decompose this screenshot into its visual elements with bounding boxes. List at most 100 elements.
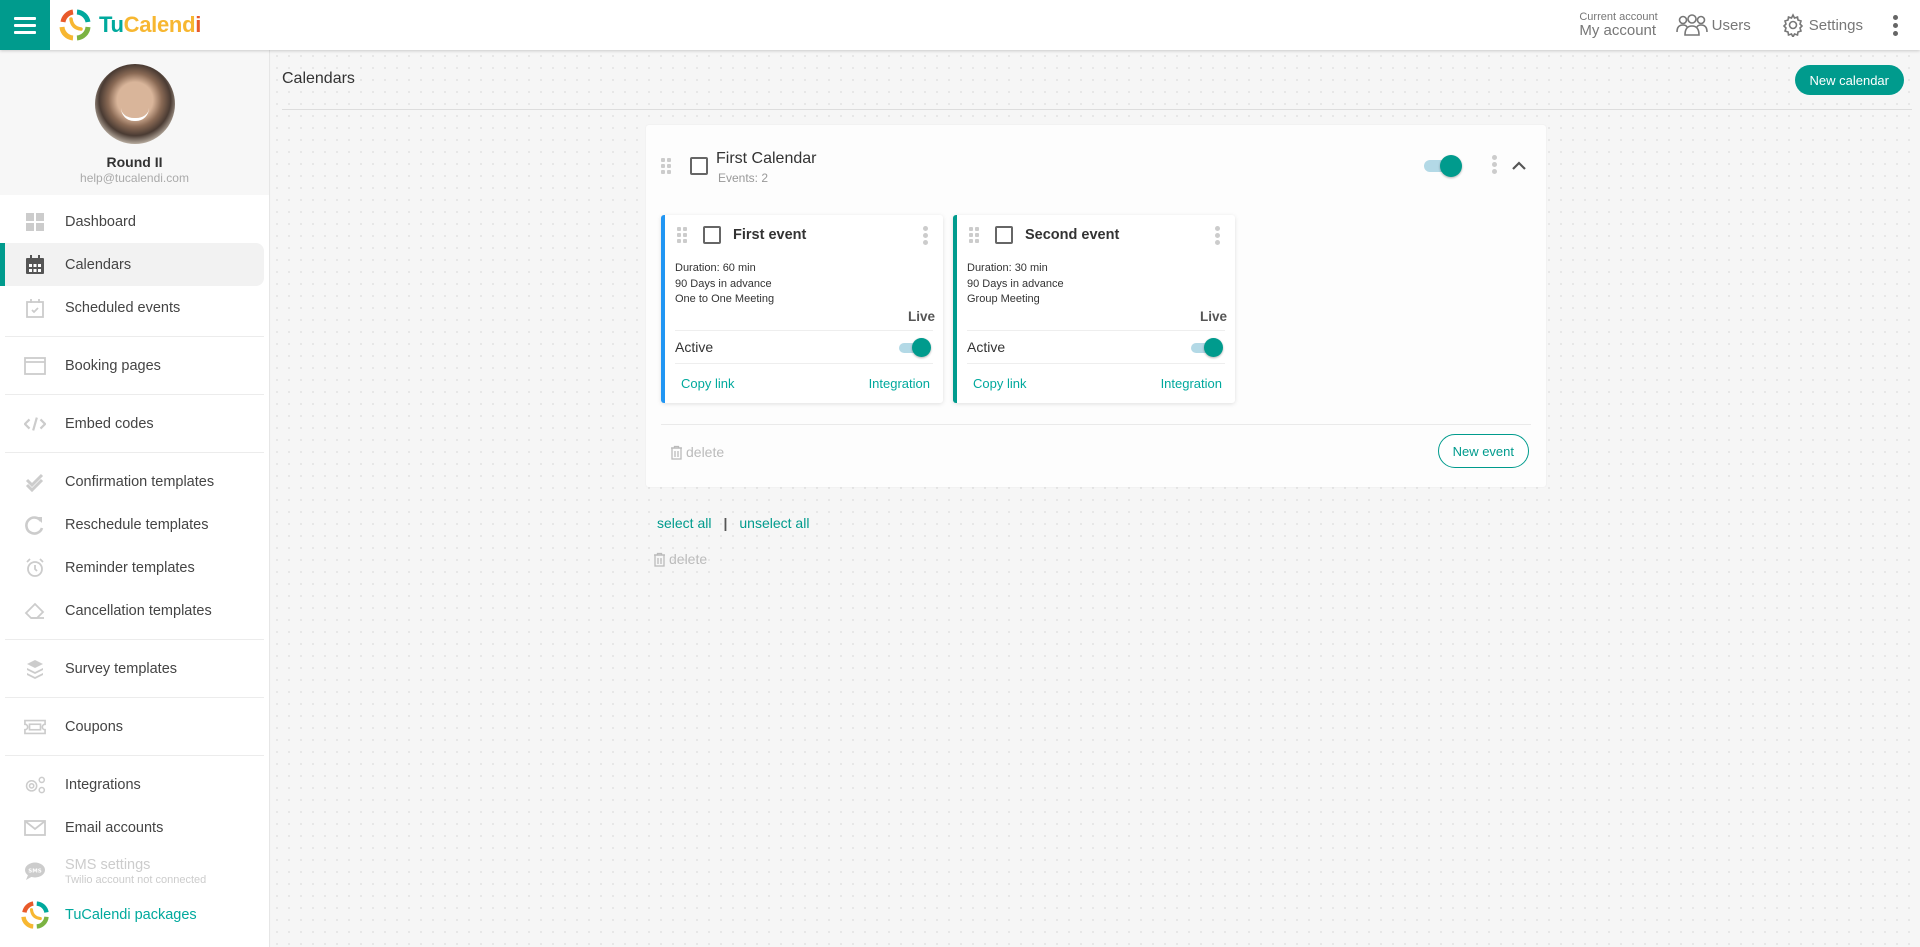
unselect-all-link[interactable]: unselect all [739, 515, 809, 531]
copy-link-button[interactable]: Copy link [973, 376, 1026, 391]
brand-name: TuCalendi [99, 12, 201, 38]
sidebar-item-dashboard[interactable]: Dashboard [0, 200, 264, 243]
page-header: Calendars New calendar [282, 50, 1912, 110]
drag-handle-icon[interactable] [969, 227, 979, 243]
sidebar-item-booking-pages[interactable]: Booking pages [0, 344, 264, 387]
calendar-events-count: Events: 2 [718, 171, 769, 185]
divider [675, 363, 933, 364]
sidebar-item-reminder-templates[interactable]: Reminder templates [0, 546, 264, 589]
sidebar-item-tucalendi-packages[interactable]: TuCalendi packages [0, 893, 264, 936]
sidebar-item-label: Coupons [65, 718, 124, 735]
kebab-icon [1893, 14, 1898, 20]
separator: | [723, 515, 728, 531]
divider [5, 452, 264, 453]
event-advance: 90 Days in advance [675, 277, 772, 290]
calendar-enabled-toggle[interactable] [1422, 155, 1462, 177]
users-link[interactable]: Users [1675, 13, 1751, 37]
code-icon [24, 413, 46, 435]
kebab-dot [1893, 30, 1898, 36]
kebab-dot [1893, 22, 1898, 28]
event-select-checkbox[interactable] [995, 226, 1013, 244]
calendar-select-checkbox[interactable] [690, 157, 708, 175]
kebab-icon [1492, 155, 1497, 160]
delete-label: delete [669, 551, 708, 567]
brand-part-tu: Tu [99, 12, 124, 37]
sidebar-item-scheduled-events[interactable]: Scheduled events [0, 286, 264, 329]
profile-name: Round II [106, 154, 163, 170]
event-active-toggle[interactable] [1187, 338, 1223, 357]
sidebar-item-confirmation-templates[interactable]: Confirmation templates [0, 460, 264, 503]
kebab-dot [1492, 169, 1497, 174]
sidebar-item-embed-codes[interactable]: Embed codes [0, 402, 264, 445]
sms-bubble-icon: SMS [24, 860, 46, 882]
divider [967, 363, 1225, 364]
event-duration: Duration: 30 min [967, 262, 1048, 274]
sidebar-item-label: Survey templates [65, 660, 178, 677]
top-bar: TuCalendi Current account My account Use… [0, 0, 1920, 50]
divider [5, 697, 264, 698]
event-title[interactable]: Second event [1025, 227, 1119, 243]
event-options-button[interactable] [1215, 226, 1220, 245]
sidebar-item-survey-templates[interactable]: Survey templates [0, 647, 264, 690]
avatar[interactable] [94, 64, 175, 144]
hamburger-icon-line [14, 30, 36, 34]
event-title[interactable]: First event [733, 227, 806, 243]
sidebar-item-label: Embed codes [65, 415, 154, 432]
settings-link[interactable]: Settings [1781, 13, 1863, 37]
sidebar-item-coupons[interactable]: Coupons [0, 705, 264, 748]
menu-toggle-button[interactable] [0, 0, 50, 50]
page-title: Calendars [282, 70, 355, 87]
chevron-up-icon [1512, 161, 1526, 170]
hamburger-icon-line [14, 23, 36, 27]
brand-logo[interactable]: TuCalendi [58, 8, 201, 42]
event-active-toggle[interactable] [895, 338, 931, 357]
sidebar-item-calendars[interactable]: Calendars [0, 243, 264, 286]
new-event-button[interactable]: New event [1437, 434, 1529, 468]
divider [675, 330, 933, 331]
sidebar-item-reschedule-templates[interactable]: Reschedule templates [0, 503, 264, 546]
svg-text:SMS: SMS [28, 869, 41, 875]
kebab-dot [923, 233, 928, 238]
integration-button[interactable]: Integration [1161, 376, 1222, 391]
divider [5, 336, 264, 337]
event-type: Group Meeting [967, 293, 1040, 305]
dashboard-icon [24, 211, 46, 233]
copy-link-button[interactable]: Copy link [681, 376, 734, 391]
trash-icon [654, 552, 665, 567]
divider [661, 424, 1531, 425]
sidebar-item-integrations[interactable]: Integrations [0, 763, 264, 806]
sidebar-item-label: TuCalendi packages [65, 906, 197, 923]
event-card: Second event Duration: 30 min 90 Days in… [953, 215, 1235, 403]
toggle-knob [1440, 155, 1462, 177]
sidebar-item-email-accounts[interactable]: Email accounts [0, 806, 264, 849]
delete-events-button[interactable]: delete [670, 444, 724, 460]
sidebar-nav: Dashboard Calendars Scheduled events Boo… [0, 195, 269, 936]
select-all-link[interactable]: select all [657, 515, 711, 531]
sidebar: Round II help@tucalendi.com Dashboard Ca… [0, 50, 270, 947]
brand-part-i: i [195, 12, 202, 37]
new-calendar-button[interactable]: New calendar [1794, 65, 1904, 95]
brand-part-calend: Calend [123, 12, 196, 37]
drag-handle-icon[interactable] [661, 158, 671, 174]
event-select-checkbox[interactable] [703, 226, 721, 244]
event-active-label: Active [967, 339, 1006, 355]
settings-label: Settings [1808, 16, 1863, 34]
drag-handle-icon[interactable] [677, 227, 687, 243]
sidebar-item-label: Confirmation templates [65, 473, 215, 490]
sidebar-item-sms-settings[interactable]: SMS SMS settings Twilio account not conn… [0, 849, 264, 893]
calendar-title[interactable]: First Calendar [716, 150, 816, 168]
current-account-switcher[interactable]: Current account My account [1579, 12, 1657, 39]
bulk-delete-button[interactable]: delete [653, 551, 707, 567]
kebab-icon [923, 226, 928, 231]
event-options-button[interactable] [923, 226, 928, 245]
sidebar-item-label: Calendars [65, 256, 132, 273]
bulk-selection: select all | unselect all [657, 515, 809, 531]
users-icon [1675, 14, 1708, 36]
integration-button[interactable]: Integration [869, 376, 930, 391]
current-account-value: My account [1579, 22, 1657, 39]
collapse-button[interactable] [1512, 158, 1526, 176]
sidebar-item-cancellation-templates[interactable]: Cancellation templates [0, 589, 264, 632]
more-options-button[interactable] [1893, 14, 1898, 36]
alarm-clock-icon [24, 557, 46, 579]
calendar-options-button[interactable] [1492, 155, 1497, 174]
